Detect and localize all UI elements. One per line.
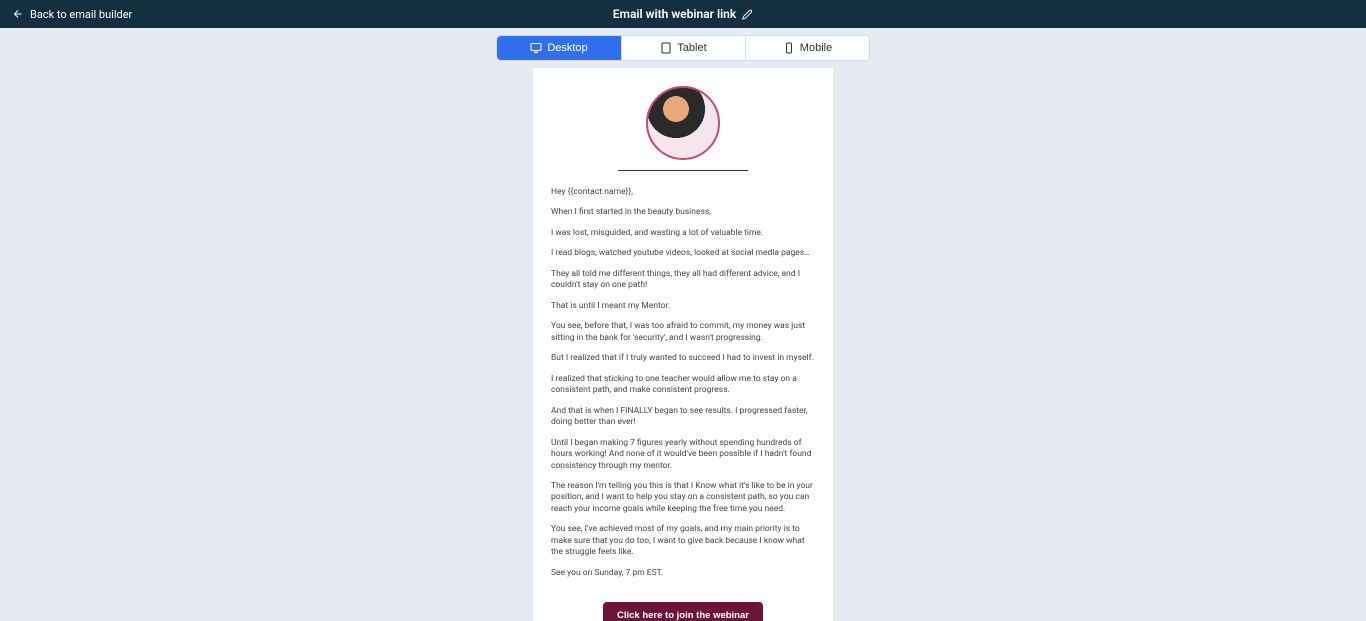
join-webinar-button[interactable]: Click here to join the webinar: [603, 602, 763, 621]
arrow-left-icon: [12, 8, 24, 20]
back-label: Back to email builder: [30, 8, 132, 21]
avatar-image: [646, 86, 720, 160]
back-to-builder-link[interactable]: Back to email builder: [12, 8, 132, 21]
email-paragraph: See you on Sunday, 7 pm EST.: [551, 568, 815, 579]
email-paragraph: Until I began making 7 figures yearly wi…: [551, 438, 815, 472]
top-bar: Back to email builder Email with webinar…: [0, 0, 1366, 28]
email-content: Hey {{contact.name}}, When I first start…: [533, 177, 833, 598]
email-paragraph: But I realized that if I truly wanted to…: [551, 353, 815, 364]
mode-mobile-label: Mobile: [800, 42, 832, 54]
email-paragraph: That is until I meant my Mentor.: [551, 301, 815, 312]
hero: [533, 86, 833, 177]
page-title-wrap: Email with webinar link: [613, 7, 753, 21]
email-paragraph: When I first started in the beauty busin…: [551, 207, 815, 218]
edit-icon[interactable]: [742, 9, 753, 20]
divider: [618, 170, 748, 171]
mode-desktop-button[interactable]: Desktop: [497, 36, 621, 60]
mobile-icon: [783, 42, 795, 54]
email-paragraph: I read blogs, watched youtube videos, lo…: [551, 248, 815, 259]
tablet-icon: [660, 42, 672, 54]
email-paragraph: Hey {{contact.name}},: [551, 187, 815, 198]
email-paragraph: I was lost, misguided, and wasting a lot…: [551, 228, 815, 239]
email-paragraph: And that is when I FINALLY began to see …: [551, 406, 815, 429]
email-paragraph: The reason I'm telling you this is that …: [551, 481, 815, 515]
email-paragraph: They all told me different things, they …: [551, 269, 815, 292]
mode-mobile-button[interactable]: Mobile: [745, 36, 869, 60]
preview-scroll-area[interactable]: Hey {{contact.name}}, When I first start…: [0, 68, 1366, 621]
mode-bar: Desktop Tablet Mobile: [0, 28, 1366, 68]
mode-desktop-label: Desktop: [547, 42, 587, 54]
email-paragraph: I realized that sticking to one teacher …: [551, 374, 815, 397]
page-title: Email with webinar link: [613, 7, 736, 21]
email-paragraph: You see, before that, I was too afraid t…: [551, 321, 815, 344]
cta-wrap: Click here to join the webinar: [533, 598, 833, 621]
mode-tablet-label: Tablet: [677, 42, 706, 54]
mode-tablet-button[interactable]: Tablet: [621, 36, 745, 60]
desktop-icon: [530, 42, 542, 54]
mode-switch: Desktop Tablet Mobile: [496, 35, 870, 61]
email-paragraph: You see, I've achieved most of my goals,…: [551, 524, 815, 558]
email-body: Hey {{contact.name}}, When I first start…: [533, 68, 833, 621]
